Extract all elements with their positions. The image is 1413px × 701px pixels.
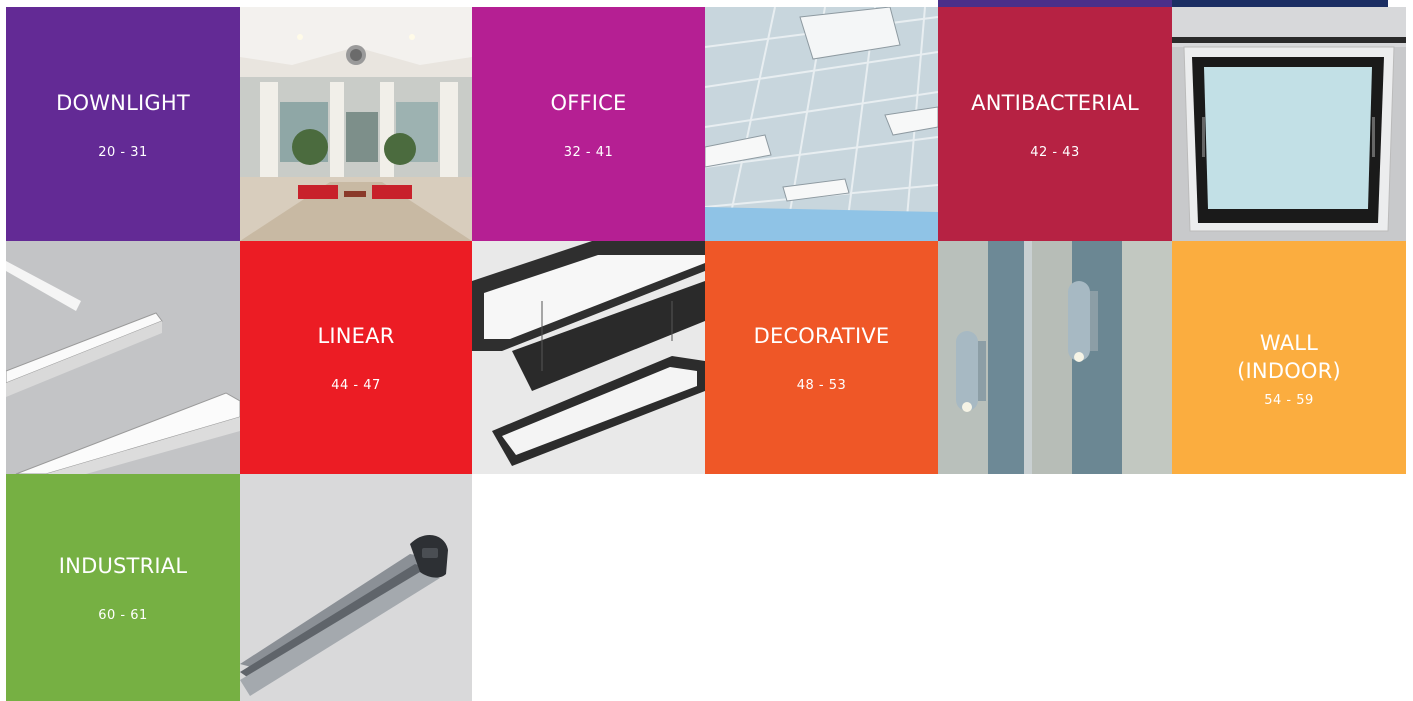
category-tile-industrial[interactable]: INDUSTRIAL 60 - 61 <box>6 474 240 701</box>
category-tile-decorative[interactable]: DECORATIVE 48 - 53 <box>705 241 938 474</box>
category-tile-office[interactable]: OFFICE 32 - 41 <box>472 7 705 241</box>
industrial-linear-fixture-photo[interactable] <box>240 474 472 701</box>
top-edge-strip <box>938 0 1172 7</box>
category-tile-downlight[interactable]: DOWNLIGHT 20 - 31 <box>6 7 240 241</box>
category-label: LINEAR <box>317 324 395 348</box>
page-range: 60 - 61 <box>98 608 148 623</box>
category-label: DECORATIVE <box>753 324 890 348</box>
top-edge-strip-image <box>1172 0 1388 7</box>
mall-atrium-photo[interactable] <box>240 7 472 241</box>
page-range: 20 - 31 <box>98 144 148 160</box>
page-range: 32 - 41 <box>563 144 614 160</box>
category-label-line2: (INDOOR) <box>1237 359 1341 383</box>
page-range: 54 - 59 <box>1264 393 1314 408</box>
page-range: 48 - 53 <box>796 378 847 393</box>
suspended-frame-light-photo[interactable] <box>472 241 705 474</box>
category-label: INDUSTRIAL <box>58 554 188 578</box>
category-label: ANTIBACTERIAL <box>971 90 1139 115</box>
ceiling-grid-photo[interactable] <box>705 7 938 241</box>
square-panel-light-photo[interactable] <box>1172 7 1406 241</box>
category-tile-wall-indoor[interactable]: WALL (INDOOR) 54 - 59 <box>1172 241 1406 474</box>
page-range: 44 - 47 <box>331 378 381 393</box>
recessed-linear-light-photo[interactable] <box>6 241 240 474</box>
category-label: OFFICE <box>550 90 627 115</box>
wall-uplight-photo[interactable] <box>938 241 1172 474</box>
category-tile-linear[interactable]: LINEAR 44 - 47 <box>240 241 472 474</box>
category-tile-antibacterial[interactable]: ANTIBACTERIAL 42 - 43 <box>938 7 1172 241</box>
category-label: DOWNLIGHT <box>56 90 190 115</box>
page-range: 42 - 43 <box>1030 144 1080 160</box>
category-label-line1: WALL <box>1259 331 1319 355</box>
